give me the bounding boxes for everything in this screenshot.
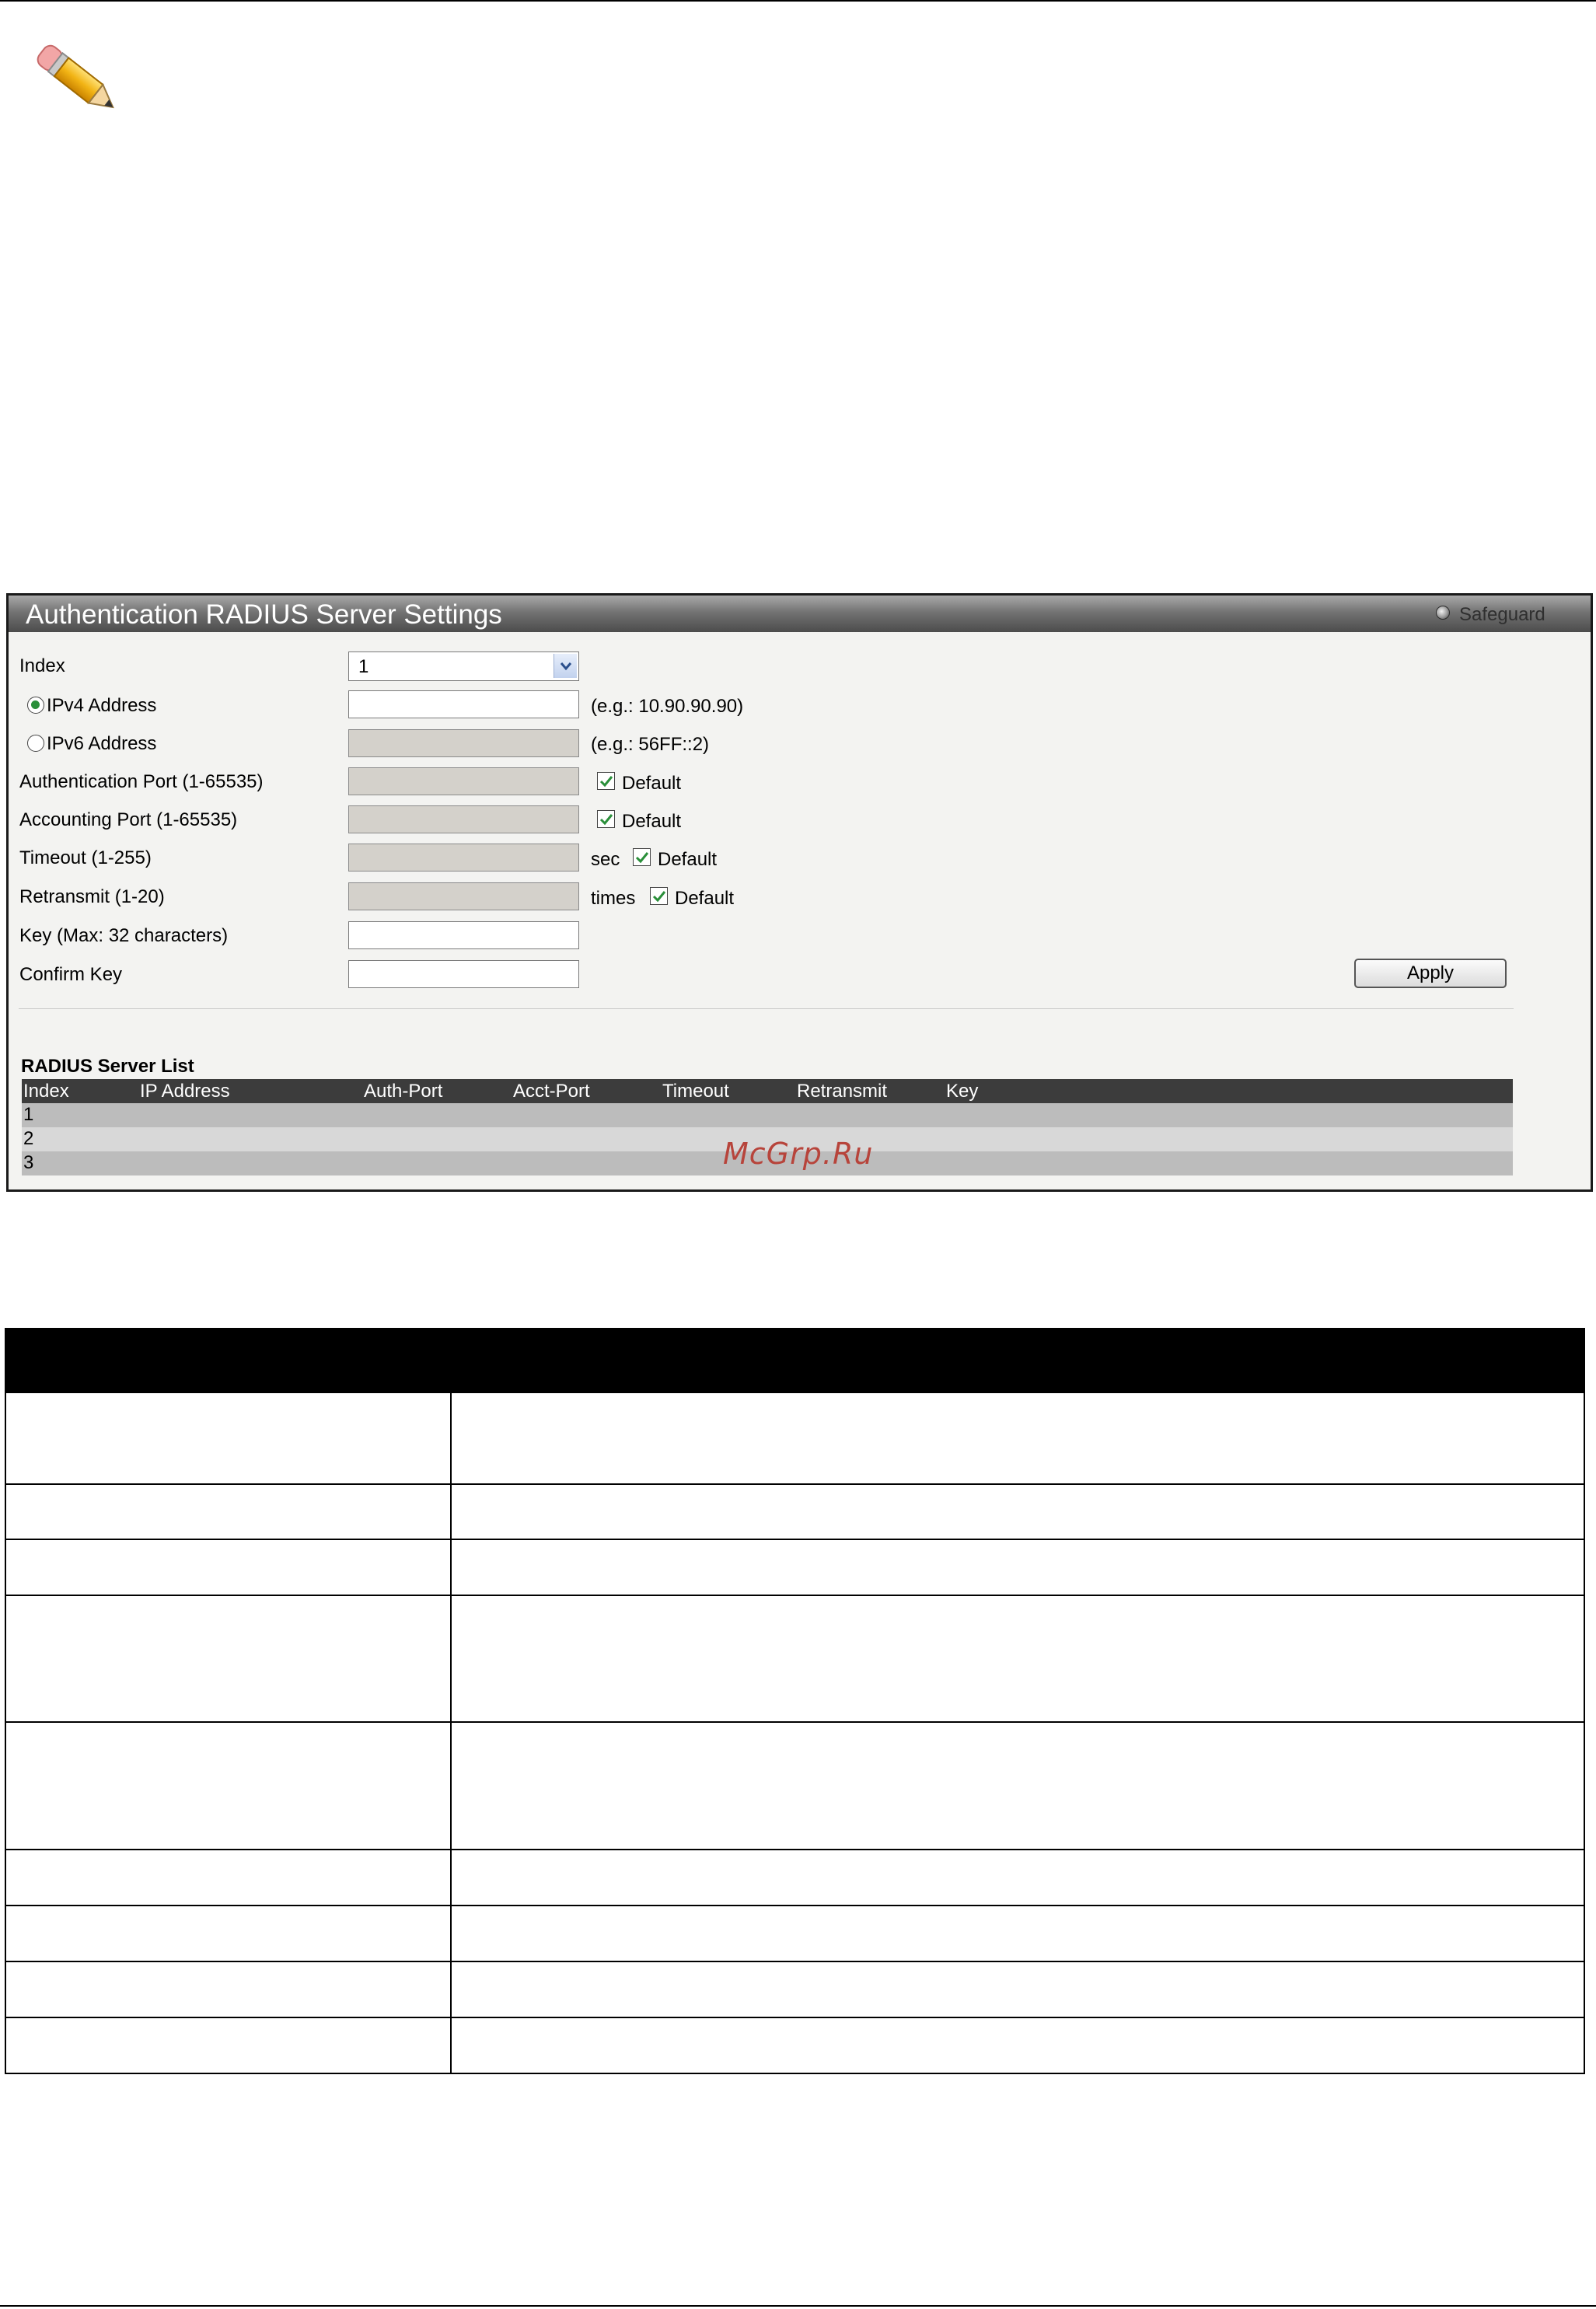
parameter-cell xyxy=(5,1962,452,2017)
safeguard-label: Safeguard xyxy=(1459,604,1545,625)
timeout-unit: sec xyxy=(591,849,620,870)
ipv4-hint: (e.g.: 10.90.90.90) xyxy=(591,696,744,717)
confirm-key-label: Confirm Key xyxy=(19,964,123,985)
ipv6-hint: (e.g.: 56FF::2) xyxy=(591,734,710,755)
timeout-label: Timeout (1-255) xyxy=(19,847,152,868)
column-header-ip-address: IP Address xyxy=(140,1081,230,1102)
timeout-default-label: Default xyxy=(658,849,718,870)
chevron-down-icon[interactable] xyxy=(554,654,577,678)
table-row[interactable]: 1 xyxy=(22,1103,1513,1127)
pencil-note-icon xyxy=(37,44,114,109)
parameter-cell xyxy=(5,1850,452,1905)
panel-title: Authentication RADIUS Server Settings xyxy=(26,599,502,630)
description-cell xyxy=(452,1485,1585,1539)
column-header-index: Index xyxy=(23,1081,69,1102)
parameter-row xyxy=(5,1540,1585,1596)
row-index: 3 xyxy=(23,1152,34,1173)
description-cell xyxy=(452,2018,1585,2073)
ipv6-radio[interactable] xyxy=(27,735,44,752)
column-header-key: Key xyxy=(946,1081,979,1102)
apply-button[interactable]: Apply xyxy=(1354,959,1507,988)
ipv4-address-input[interactable] xyxy=(348,690,579,718)
column-header-acct-port: Acct-Port xyxy=(513,1081,590,1102)
description-cell xyxy=(452,1962,1585,2017)
key-input[interactable] xyxy=(348,921,579,949)
retransmit-input[interactable] xyxy=(348,882,579,910)
timeout-default-checkbox[interactable] xyxy=(633,848,651,866)
server-list-title: RADIUS Server List xyxy=(21,1056,194,1077)
parameter-cell xyxy=(5,1723,452,1849)
index-select[interactable]: 1 xyxy=(348,651,579,681)
retransmit-default-checkbox[interactable] xyxy=(650,887,668,905)
column-header-auth-port: Auth-Port xyxy=(364,1081,443,1102)
description-cell xyxy=(452,1393,1585,1483)
description-cell xyxy=(452,1540,1585,1595)
watermark: McGrp.Ru xyxy=(723,1137,874,1171)
parameter-cell xyxy=(5,1540,452,1595)
description-cell xyxy=(452,1723,1585,1849)
acct-port-default-checkbox[interactable] xyxy=(597,810,615,828)
description-cell xyxy=(452,1596,1585,1721)
parameter-cell xyxy=(5,2018,452,2073)
acct-port-default-label: Default xyxy=(622,811,682,832)
parameter-row xyxy=(5,1906,1585,1962)
acct-port-label: Accounting Port (1-65535) xyxy=(19,809,238,830)
index-value: 1 xyxy=(358,656,369,677)
auth-port-label: Authentication Port (1-65535) xyxy=(19,771,264,792)
description-cell xyxy=(452,1850,1585,1905)
confirm-key-input[interactable] xyxy=(348,960,579,988)
parameter-row xyxy=(5,1485,1585,1540)
column-header-retransmit: Retransmit xyxy=(797,1081,888,1102)
parameter-row xyxy=(5,1850,1585,1906)
top-rule xyxy=(0,0,1596,2)
auth-port-default-label: Default xyxy=(622,773,682,794)
parameter-row xyxy=(5,1962,1585,2018)
form-separator xyxy=(19,1008,1514,1009)
row-index: 1 xyxy=(23,1104,34,1125)
parameter-cell xyxy=(5,1596,452,1721)
parameter-cell xyxy=(5,1485,452,1539)
key-label: Key (Max: 32 characters) xyxy=(19,925,229,946)
row-index: 2 xyxy=(23,1128,34,1149)
parameter-cell xyxy=(5,1393,452,1483)
ipv6-label: IPv6 Address xyxy=(47,733,157,754)
parameter-row xyxy=(5,1596,1585,1723)
description-cell xyxy=(452,1906,1585,1961)
parameter-row xyxy=(5,1723,1585,1850)
safeguard-indicator-icon xyxy=(1436,606,1450,620)
auth-port-input[interactable] xyxy=(348,767,579,795)
column-header-timeout: Timeout xyxy=(662,1081,729,1102)
parameter-row xyxy=(5,2018,1585,2074)
parameter-row xyxy=(5,1393,1585,1485)
timeout-input[interactable] xyxy=(348,844,579,872)
panel-title-bar: Authentication RADIUS Server Settings Sa… xyxy=(9,596,1591,632)
acct-port-input[interactable] xyxy=(348,805,579,833)
parameter-cell xyxy=(5,1906,452,1961)
retransmit-label: Retransmit (1-20) xyxy=(19,886,165,907)
retransmit-default-label: Default xyxy=(675,888,735,909)
index-label: Index xyxy=(19,655,65,676)
ipv4-label: IPv4 Address xyxy=(47,695,157,716)
ipv6-address-input[interactable] xyxy=(348,729,579,757)
bottom-rule xyxy=(0,2305,1596,2307)
server-list-header xyxy=(22,1079,1513,1103)
ipv4-radio[interactable] xyxy=(27,697,44,714)
retransmit-unit: times xyxy=(591,888,636,909)
auth-port-default-checkbox[interactable] xyxy=(597,772,615,790)
parameter-table-header xyxy=(5,1328,1585,1393)
